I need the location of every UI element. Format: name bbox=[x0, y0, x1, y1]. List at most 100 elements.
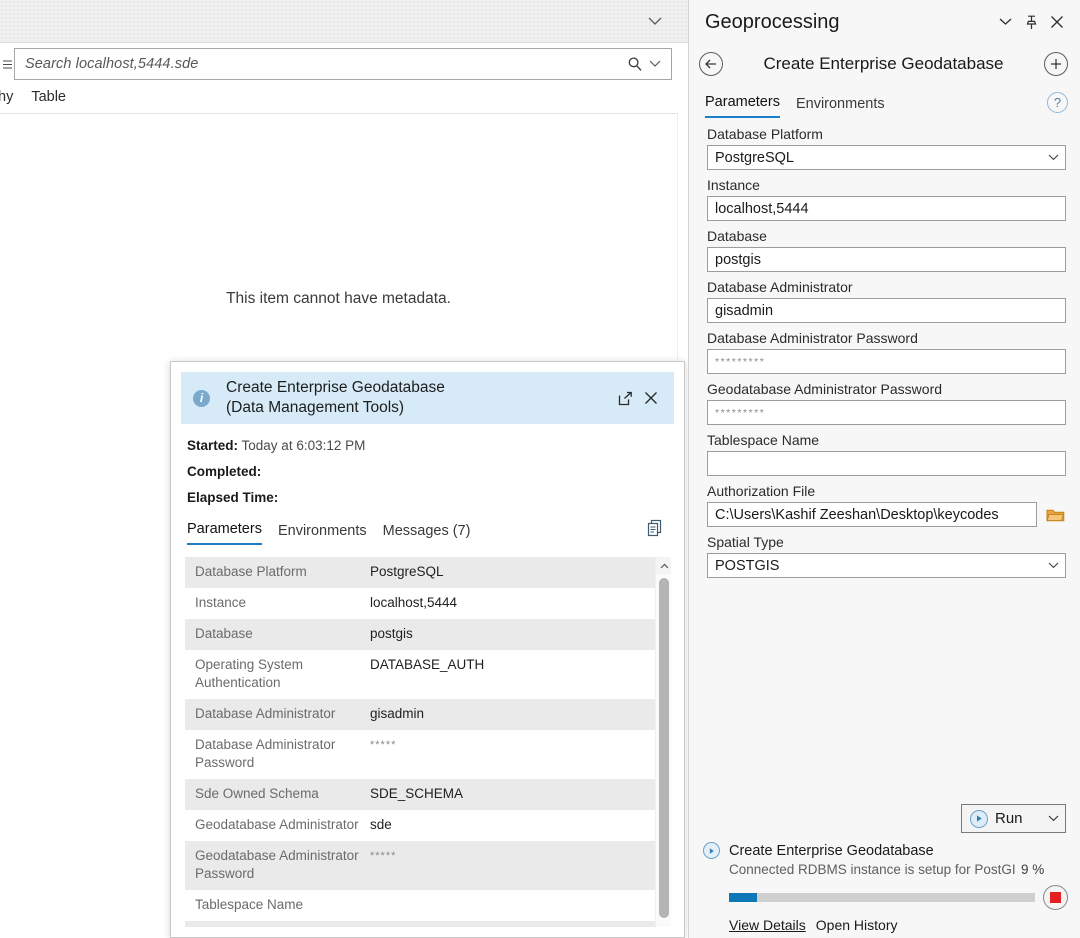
parameter-value: PostgreSQL bbox=[360, 557, 655, 588]
started-value: Today at 6:03:12 PM bbox=[242, 438, 366, 453]
parameter-name: Database Platform bbox=[185, 557, 360, 588]
form-field: Database Administrator Password ********* bbox=[707, 330, 1066, 374]
open-history-link[interactable]: Open History bbox=[816, 917, 898, 933]
status-message: Connected RDBMS instance is setup for Po… bbox=[729, 862, 1015, 877]
completed-label: Completed: bbox=[187, 464, 261, 479]
field-label: Database Platform bbox=[707, 126, 1066, 142]
search-input[interactable]: Search localhost,5444.sde bbox=[14, 48, 672, 80]
field-input[interactable] bbox=[707, 451, 1066, 476]
dialog-tab-environments[interactable]: Environments bbox=[278, 523, 367, 545]
pin-icon[interactable] bbox=[1018, 9, 1044, 35]
catalog-search-row: Search localhost,5444.sde bbox=[0, 48, 672, 80]
field-label: Tablespace Name bbox=[707, 432, 1066, 448]
completed-line: Completed: bbox=[187, 464, 668, 479]
run-button[interactable]: Run bbox=[961, 804, 1066, 833]
chevron-down-icon[interactable] bbox=[645, 60, 665, 68]
parameter-name: Database Administrator Password bbox=[185, 730, 360, 779]
field-value: gisadmin bbox=[715, 303, 1061, 319]
started-line: Started: Today at 6:03:12 PM bbox=[187, 438, 668, 453]
field-input[interactable]: PostgreSQL bbox=[707, 145, 1066, 170]
table-row: Databasepostgis bbox=[185, 619, 655, 650]
chevron-down-icon[interactable] bbox=[1048, 813, 1059, 825]
scrollbar-thumb[interactable] bbox=[659, 578, 669, 918]
field-input[interactable]: POSTGIS bbox=[707, 553, 1066, 578]
geoprocessing-toolbar: Create Enterprise Geodatabase bbox=[689, 44, 1080, 84]
run-label: Run bbox=[995, 810, 1041, 827]
dialog-tab-messages[interactable]: Messages (7) bbox=[383, 523, 471, 545]
tab-table[interactable]: Table bbox=[29, 89, 68, 105]
form-field: Tablespace Name bbox=[707, 432, 1066, 476]
field-input[interactable]: postgis bbox=[707, 247, 1066, 272]
stop-icon[interactable] bbox=[1043, 885, 1068, 910]
table-row: Geodatabase Administratorsde bbox=[185, 810, 655, 841]
chevron-up-icon[interactable] bbox=[656, 557, 671, 574]
search-icon[interactable] bbox=[625, 56, 645, 72]
help-icon[interactable]: ? bbox=[1047, 92, 1068, 113]
chevron-down-icon[interactable] bbox=[1045, 560, 1061, 572]
close-icon[interactable] bbox=[1044, 9, 1070, 35]
geoprocessing-bottom: Run Create Enterprise Geodatabase Connec… bbox=[689, 800, 1080, 938]
table-row: Database PlatformPostgreSQL bbox=[185, 557, 655, 588]
table-row: Authorization FileC:\Users\Kashif Zeesha… bbox=[185, 921, 655, 927]
field-input[interactable]: ********* bbox=[707, 400, 1066, 425]
parameter-name: Tablespace Name bbox=[185, 890, 360, 921]
play-icon bbox=[703, 842, 720, 859]
parameter-name: Geodatabase Administrator bbox=[185, 810, 360, 841]
catalog-tabs: hy Table bbox=[0, 82, 688, 112]
plus-icon[interactable] bbox=[1044, 52, 1068, 76]
table-row: Operating System AuthenticationDATABASE_… bbox=[185, 650, 655, 699]
dialog-header: i Create Enterprise Geodatabase (Data Ma… bbox=[181, 372, 674, 424]
field-value: PostgreSQL bbox=[715, 150, 1045, 166]
tab-geography[interactable]: hy bbox=[0, 89, 15, 105]
field-row: C:\Users\Kashif Zeeshan\Desktop\keycodes bbox=[707, 502, 1066, 527]
close-icon[interactable] bbox=[638, 385, 664, 411]
parameter-value: C:\Users\Kashif Zeeshan\Desktop\keycodes bbox=[360, 921, 655, 927]
dialog-parameters-table-wrap: Database PlatformPostgreSQLInstancelocal… bbox=[185, 557, 671, 927]
geoprocessing-titlebar: Geoprocessing bbox=[689, 0, 1080, 44]
parameter-name: Geodatabase Administrator Password bbox=[185, 841, 360, 890]
parameter-value: localhost,5444 bbox=[360, 588, 655, 619]
catalog-divider bbox=[0, 113, 677, 114]
search-placeholder: Search localhost,5444.sde bbox=[25, 56, 625, 72]
form-field: Geodatabase Administrator Password ******… bbox=[707, 381, 1066, 425]
dialog-title-line2: (Data Management Tools) bbox=[226, 398, 612, 418]
chevron-down-icon[interactable] bbox=[646, 12, 664, 30]
field-input[interactable]: C:\Users\Kashif Zeeshan\Desktop\keycodes bbox=[707, 502, 1037, 527]
status-area: Create Enterprise Geodatabase Connected … bbox=[689, 833, 1080, 933]
gp-tab-parameters[interactable]: Parameters bbox=[705, 94, 780, 118]
list-icon[interactable] bbox=[0, 48, 14, 80]
arrow-left-icon[interactable] bbox=[699, 52, 723, 76]
view-details-link[interactable]: View Details bbox=[729, 917, 806, 933]
parameter-name: Instance bbox=[185, 588, 360, 619]
started-label: Started: bbox=[187, 438, 238, 453]
parameter-name: Operating System Authentication bbox=[185, 650, 360, 699]
field-label: Geodatabase Administrator Password bbox=[707, 381, 1066, 397]
folder-icon[interactable] bbox=[1044, 502, 1066, 527]
parameter-value: ***** bbox=[360, 730, 655, 779]
table-row: Sde Owned SchemaSDE_SCHEMA bbox=[185, 779, 655, 810]
copy-icon[interactable] bbox=[646, 519, 668, 541]
field-label: Database bbox=[707, 228, 1066, 244]
field-input[interactable]: ********* bbox=[707, 349, 1066, 374]
field-value: ********* bbox=[715, 356, 1061, 368]
chevron-down-icon[interactable] bbox=[992, 9, 1018, 35]
progress-bar bbox=[729, 893, 1035, 902]
gp-tab-environments[interactable]: Environments bbox=[796, 96, 885, 118]
field-label: Instance bbox=[707, 177, 1066, 193]
field-input[interactable]: gisadmin bbox=[707, 298, 1066, 323]
parameter-value bbox=[360, 890, 655, 921]
dialog-tab-parameters[interactable]: Parameters bbox=[187, 521, 262, 545]
chevron-down-icon[interactable] bbox=[1045, 152, 1061, 164]
dialog-table-scrollbar[interactable] bbox=[655, 557, 671, 927]
status-title: Create Enterprise Geodatabase bbox=[729, 843, 934, 859]
field-label: Database Administrator Password bbox=[707, 330, 1066, 346]
popout-icon[interactable] bbox=[612, 385, 638, 411]
form-field: Spatial TypePOSTGIS bbox=[707, 534, 1066, 578]
field-input[interactable]: localhost,5444 bbox=[707, 196, 1066, 221]
table-row: Database Administratorgisadmin bbox=[185, 699, 655, 730]
tool-title: Create Enterprise Geodatabase bbox=[723, 54, 1044, 74]
parameter-value: sde bbox=[360, 810, 655, 841]
progress-bar-fill bbox=[729, 893, 757, 902]
field-value: localhost,5444 bbox=[715, 201, 1061, 217]
parameter-value: postgis bbox=[360, 619, 655, 650]
